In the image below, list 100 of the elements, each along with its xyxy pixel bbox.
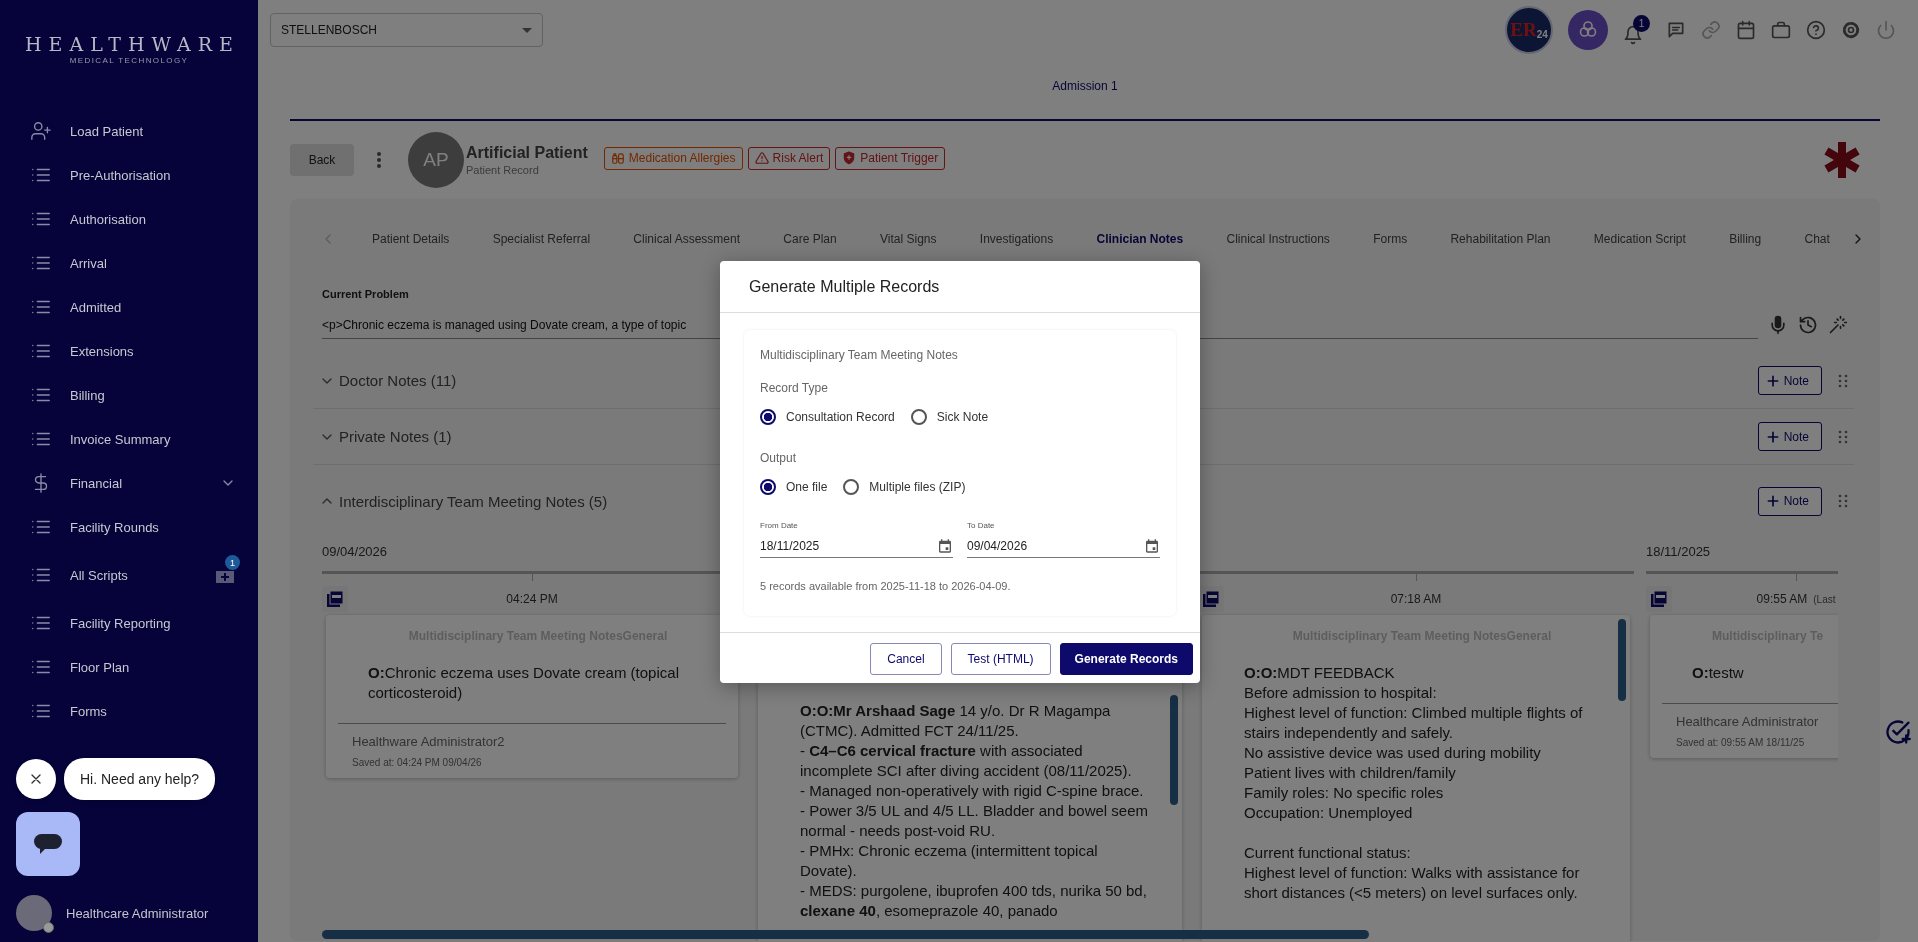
- sidebar-item[interactable]: Invoice Summary: [0, 417, 258, 461]
- logo-badge[interactable]: ER24: [1505, 6, 1553, 54]
- dialog-button[interactable]: Test (HTML): [950, 643, 1051, 675]
- logo-wordmark: HEALTHWARE: [25, 33, 240, 55]
- tab[interactable]: Investigations: [979, 228, 1054, 250]
- tab[interactable]: Forms: [1373, 228, 1408, 250]
- field-label: From Date: [760, 521, 799, 530]
- section-title[interactable]: Interdisciplinary Team Meeting Notes (5): [339, 492, 608, 510]
- section-title[interactable]: Doctor Notes (11): [339, 372, 457, 389]
- admission-tab[interactable]: Admission 1: [1052, 70, 1118, 119]
- chat-button[interactable]: [16, 812, 80, 876]
- back-button[interactable]: Back: [290, 144, 354, 176]
- group-label: Output: [760, 451, 798, 465]
- radio-button[interactable]: [910, 409, 927, 425]
- field-label: Current Problem: [322, 288, 409, 300]
- count-badge: 1: [1633, 15, 1650, 32]
- calendar-icon: [1736, 20, 1756, 40]
- shield-icon: [842, 151, 857, 165]
- tab[interactable]: Clinician Notes: [1096, 228, 1184, 250]
- dialog-button[interactable]: Cancel: [870, 643, 942, 675]
- drag-handle-icon[interactable]: [1838, 429, 1848, 444]
- timeline-date: 18/11/2025: [1646, 544, 1711, 559]
- drag-handle-icon[interactable]: [1838, 494, 1848, 508]
- tab[interactable]: Specialist Referral: [492, 228, 591, 250]
- count-badge: 1: [225, 555, 240, 570]
- notifications-button[interactable]: 1: [1623, 15, 1651, 45]
- section-title[interactable]: Private Notes (1): [339, 428, 452, 445]
- microphone-icon: [1768, 314, 1788, 335]
- add-note-button[interactable]: Note: [1757, 366, 1822, 395]
- pdf-icon[interactable]: [1198, 586, 1224, 612]
- tab[interactable]: Billing: [1729, 228, 1762, 250]
- add-note-button[interactable]: Note: [1757, 486, 1822, 516]
- radio-button[interactable]: [760, 409, 776, 425]
- settings-icon: [1841, 20, 1861, 40]
- sidebar-item[interactable]: Floor Plan: [0, 645, 258, 689]
- section-label: Multidisciplinary Team Meeting Notes: [760, 348, 959, 362]
- radio-button[interactable]: [760, 479, 776, 495]
- check-plus-icon: [1884, 718, 1912, 746]
- sidebar-item[interactable]: All Scripts 1: [0, 549, 258, 601]
- sidebar-item[interactable]: Admitted: [0, 285, 258, 329]
- tab[interactable]: Care Plan: [783, 228, 837, 250]
- add-note-button[interactable]: Note: [1757, 422, 1822, 451]
- user-plus-icon: [30, 120, 52, 142]
- sidebar-item[interactable]: Extensions: [0, 329, 258, 373]
- calendar-icon[interactable]: [937, 538, 953, 554]
- tab[interactable]: Chat: [1804, 228, 1830, 250]
- tab[interactable]: Rehabilitation Plan: [1450, 228, 1551, 250]
- sidebar-item[interactable]: Pre-Authorisation: [0, 153, 258, 197]
- date-field[interactable]: 09/04/2026: [967, 530, 1160, 558]
- note-text: O:O:MDT FEEDBACK Before admission to hospital: Highest level of function: Climbed multiple flights of stairs independently and safely. No assistive device was used during mobility Patient lives with children/family Family roles: No specific roles Occupation: Unemployed: [1244, 663, 1584, 823]
- avatar: AP: [408, 132, 464, 188]
- sidebar-item[interactable]: Billing: [0, 373, 258, 417]
- sidebar-item[interactable]: Facility Rounds: [0, 505, 258, 549]
- tab[interactable]: Clinical Instructions: [1226, 228, 1330, 250]
- scrollbar[interactable]: [1170, 695, 1178, 805]
- asterisk-icon: [1822, 140, 1862, 180]
- scrollbar[interactable]: [1618, 619, 1626, 701]
- drag-handle-icon[interactable]: [1838, 373, 1848, 388]
- group-label: Record Type: [760, 381, 829, 395]
- magic-wand-icon: [1828, 314, 1848, 335]
- assistant-button[interactable]: [1568, 10, 1608, 50]
- tab[interactable]: Medication Script: [1593, 228, 1686, 250]
- radio-option[interactable]: Sick Note: [910, 409, 989, 425]
- radio-option[interactable]: Consultation Record: [760, 409, 895, 425]
- scrollbar[interactable]: [322, 930, 1369, 939]
- chat-bubble-icon: [33, 832, 63, 856]
- sidebar-item[interactable]: Facility Reporting: [0, 601, 258, 645]
- logo-tagline: MEDICAL TECHNOLOGY: [69, 56, 189, 65]
- sidebar-item[interactable]: Forms: [0, 689, 258, 733]
- user-name: Healthcare Administrator: [66, 905, 209, 921]
- alert-badge[interactable]: Medication Allergies: [603, 146, 743, 170]
- chat-message: Hi. Need any help?: [64, 758, 216, 800]
- note-text: O:Chronic eczema uses Dovate cream (topical corticosteroid): [368, 663, 680, 703]
- history-icon: [1798, 314, 1818, 335]
- date-field[interactable]: 18/11/2025: [760, 530, 953, 558]
- generate-button[interactable]: Generate Records: [1059, 643, 1193, 675]
- sidebar-item[interactable]: Authorisation: [0, 197, 258, 241]
- medication-icon: [610, 151, 625, 165]
- alert-badge[interactable]: Patient Trigger: [835, 146, 946, 170]
- alert-badge[interactable]: Risk Alert: [747, 146, 831, 170]
- sidebar-item[interactable]: Load Patient: [0, 109, 258, 153]
- patient-subtitle: Patient Record: [466, 164, 540, 176]
- sidebar-item[interactable]: Financial: [0, 461, 258, 505]
- tab[interactable]: Patient Details: [372, 228, 450, 250]
- more-icon[interactable]: [376, 151, 382, 169]
- avatar[interactable]: [16, 895, 52, 931]
- tab[interactable]: Vital Signs: [880, 228, 937, 250]
- location-select[interactable]: STELLENBOSCH: [270, 13, 543, 47]
- radio-option[interactable]: One file: [760, 479, 828, 495]
- calendar-icon[interactable]: [1144, 538, 1160, 554]
- radio-option[interactable]: Multiple files (ZIP): [843, 479, 966, 495]
- help-icon: [1806, 20, 1826, 40]
- tab[interactable]: Clinical Assessment: [633, 228, 741, 250]
- radio-button[interactable]: [843, 479, 860, 495]
- sidebar-item[interactable]: Arrival: [0, 241, 258, 285]
- briefcase-icon: [1771, 20, 1791, 40]
- note-author: Healthware Administrator2: [352, 734, 506, 749]
- patient-name: Artificial Patient: [466, 144, 588, 162]
- saved-time: Saved at: 09:55 AM 18/11/25: [1676, 737, 1806, 748]
- note-text: Current functional status: Highest level of function: Walks with assistance for short distances (<5 meters) on level surfaces only.: [1244, 843, 1581, 903]
